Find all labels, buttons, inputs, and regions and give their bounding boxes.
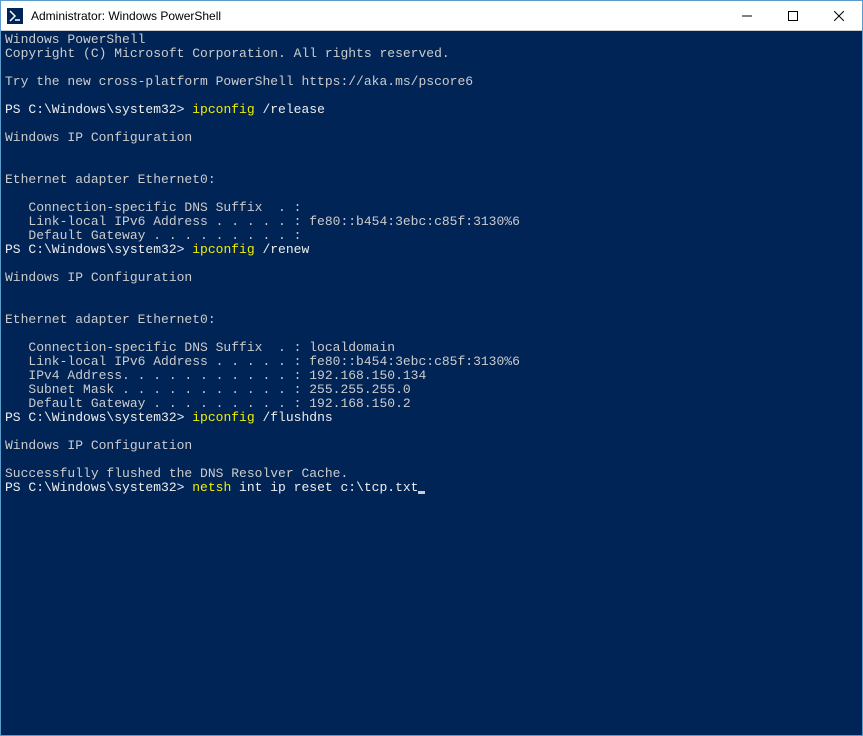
output-line: Connection-specific DNS Suffix . : <box>5 201 858 215</box>
output-line: Link-local IPv6 Address . . . . . : fe80… <box>5 355 858 369</box>
window-title: Administrator: Windows PowerShell <box>29 9 724 23</box>
command-text: ipconfig <box>192 410 254 425</box>
output-line: Copyright (C) Microsoft Corporation. All… <box>5 47 858 61</box>
output-line <box>5 299 858 313</box>
prompt-line: PS C:\Windows\system32> netsh int ip res… <box>5 481 858 495</box>
command-args: /flushdns <box>255 410 333 425</box>
output-line <box>5 425 858 439</box>
close-button[interactable] <box>816 1 862 30</box>
prompt-line: PS C:\Windows\system32> ipconfig /flushd… <box>5 411 858 425</box>
command-text: ipconfig <box>192 242 254 257</box>
maximize-button[interactable] <box>770 1 816 30</box>
output-line: Connection-specific DNS Suffix . : local… <box>5 341 858 355</box>
output-line <box>5 117 858 131</box>
prompt-prefix: PS C:\Windows\system32> <box>5 410 192 425</box>
command-args: /release <box>255 102 325 117</box>
output-line <box>5 61 858 75</box>
powershell-window: Administrator: Windows PowerShell Window… <box>0 0 863 736</box>
prompt-prefix: PS C:\Windows\system32> <box>5 242 192 257</box>
output-line: Ethernet adapter Ethernet0: <box>5 313 858 327</box>
terminal-output[interactable]: Windows PowerShellCopyright (C) Microsof… <box>1 31 862 735</box>
output-line: IPv4 Address. . . . . . . . . . . : 192.… <box>5 369 858 383</box>
output-line: Successfully flushed the DNS Resolver Ca… <box>5 467 858 481</box>
prompt-prefix: PS C:\Windows\system32> <box>5 102 192 117</box>
output-line: Default Gateway . . . . . . . . . : 192.… <box>5 397 858 411</box>
output-line <box>5 89 858 103</box>
output-line <box>5 187 858 201</box>
output-line <box>5 145 858 159</box>
titlebar[interactable]: Administrator: Windows PowerShell <box>1 1 862 31</box>
output-line <box>5 453 858 467</box>
command-text: netsh <box>192 480 231 495</box>
output-line: Subnet Mask . . . . . . . . . . . : 255.… <box>5 383 858 397</box>
prompt-prefix: PS C:\Windows\system32> <box>5 480 192 495</box>
output-line: Windows IP Configuration <box>5 439 858 453</box>
output-line <box>5 327 858 341</box>
output-line <box>5 159 858 173</box>
output-line: Link-local IPv6 Address . . . . . : fe80… <box>5 215 858 229</box>
output-line: Windows IP Configuration <box>5 271 858 285</box>
output-line: Ethernet adapter Ethernet0: <box>5 173 858 187</box>
output-line: Try the new cross-platform PowerShell ht… <box>5 75 858 89</box>
powershell-icon <box>7 8 23 24</box>
output-line <box>5 285 858 299</box>
output-line <box>5 257 858 271</box>
command-text: ipconfig <box>192 102 254 117</box>
output-line: Windows PowerShell <box>5 33 858 47</box>
cursor <box>418 491 425 494</box>
command-args: /renew <box>255 242 310 257</box>
minimize-button[interactable] <box>724 1 770 30</box>
prompt-line: PS C:\Windows\system32> ipconfig /renew <box>5 243 858 257</box>
window-controls <box>724 1 862 30</box>
output-line: Default Gateway . . . . . . . . . : <box>5 229 858 243</box>
output-line: Windows IP Configuration <box>5 131 858 145</box>
command-args: int ip reset c:\tcp.txt <box>231 480 418 495</box>
prompt-line: PS C:\Windows\system32> ipconfig /releas… <box>5 103 858 117</box>
